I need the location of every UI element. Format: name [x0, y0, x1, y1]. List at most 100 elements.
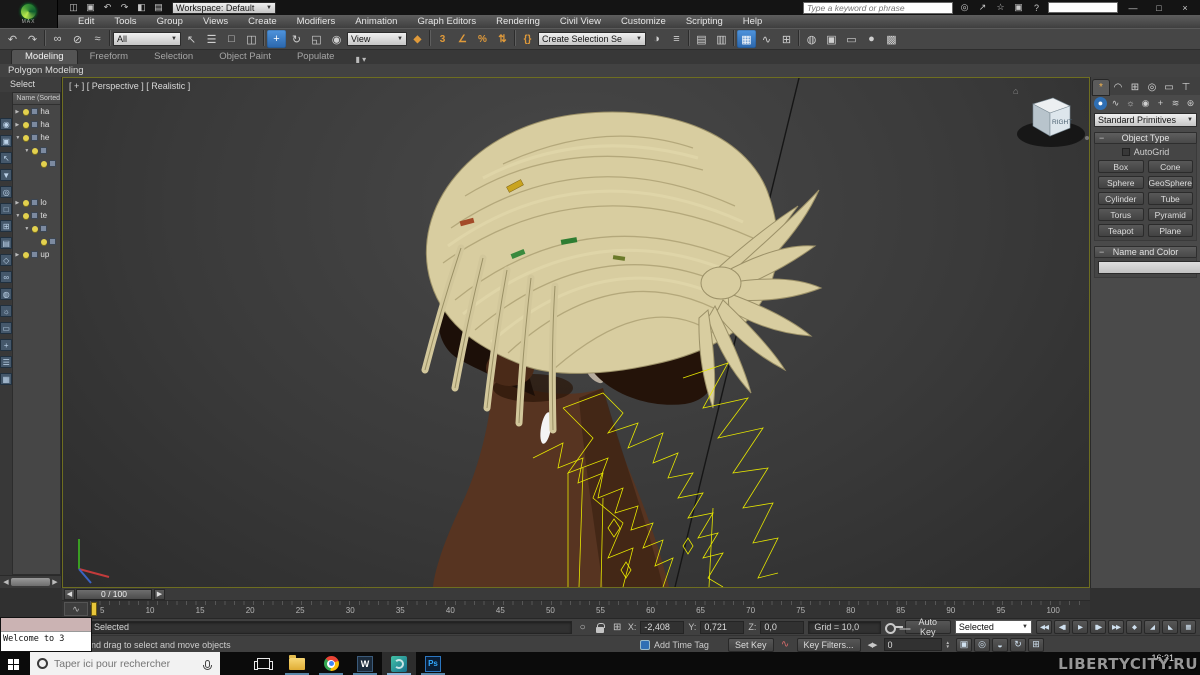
keyword-search-input[interactable] [803, 2, 953, 14]
link-icon[interactable]: ∞ [0, 271, 12, 283]
undo-icon[interactable]: ↶ [3, 30, 22, 48]
lights-icon[interactable]: ☼ [1124, 97, 1137, 110]
help-icon[interactable]: ? [1029, 1, 1044, 14]
key-mode-dropdown[interactable]: Selected ▼ [955, 620, 1032, 634]
scale-key-button[interactable]: ▦ [1180, 620, 1196, 634]
microphone-icon[interactable] [205, 660, 210, 668]
select-and-manipulate-icon[interactable]: ◉ [327, 30, 346, 48]
z-coordinate-input[interactable] [760, 621, 804, 634]
key-filters-button[interactable]: Key Filters... [797, 638, 861, 652]
lock-selection-icon[interactable]: □ [0, 203, 12, 215]
new-key-curve-icon[interactable]: ∿ [778, 638, 793, 652]
angle-snap-icon[interactable]: ∠ [453, 30, 472, 48]
taskbar-search-box[interactable] [30, 652, 220, 675]
visibility-bulb-icon[interactable] [23, 135, 29, 141]
menu-item[interactable]: Tools [104, 15, 146, 28]
selection-filter-dropdown[interactable]: All ▼ [113, 32, 181, 46]
visibility-bulb-icon[interactable] [41, 239, 47, 245]
go-to-start-button[interactable]: ◀◀ [1036, 620, 1052, 634]
undo-icon[interactable]: ↶ [100, 1, 115, 14]
select-by-name-icon[interactable]: ☰ [202, 30, 221, 48]
object-type-button[interactable]: Plane [1148, 224, 1194, 237]
isolate-selection-icon[interactable]: ○ [576, 620, 589, 634]
3dsmax-taskbar-button[interactable] [382, 652, 416, 675]
communication-center-box[interactable] [1048, 2, 1118, 13]
menu-item[interactable]: Rendering [486, 15, 550, 28]
cameras-icon[interactable]: ◉ [1139, 97, 1152, 110]
visibility-bulb-icon[interactable] [23, 200, 29, 206]
viewcube-face-label[interactable]: RIGHT [1052, 119, 1072, 126]
object-type-button[interactable]: Tube [1148, 192, 1194, 205]
expand-arrow-icon[interactable]: ▶ [15, 200, 21, 206]
object-type-button[interactable]: GeoSphere [1148, 176, 1194, 189]
task-view-button[interactable] [246, 652, 280, 675]
visibility-bulb-icon[interactable] [32, 148, 38, 154]
object-type-button[interactable]: Cone [1148, 160, 1194, 173]
zoom-extents-button[interactable]: ▣ [956, 638, 972, 652]
toggle-scene-explorer-icon[interactable]: ▤ [692, 30, 711, 48]
reference-coordinate-dropdown[interactable]: View ▼ [347, 32, 407, 46]
search-icon[interactable]: ◎ [957, 1, 972, 14]
transform-typein-icon[interactable]: ⊞ [611, 620, 624, 634]
chrome-button[interactable] [314, 652, 348, 675]
scene-explorer-row[interactable]: ▶ ha [13, 105, 60, 118]
redo-icon[interactable]: ↷ [117, 1, 132, 14]
ribbon-tab[interactable]: Selection [141, 50, 206, 64]
explorer-horizontal-scrollbar[interactable]: ◀ ▶ [0, 575, 61, 588]
object-type-button[interactable]: Sphere [1098, 176, 1144, 189]
rectangular-selection-icon[interactable]: □ [222, 30, 241, 48]
edit-named-selection-sets-icon[interactable]: {} [518, 30, 537, 48]
orbit-button[interactable]: ↻ [1010, 638, 1026, 652]
perspective-viewport[interactable]: [ + ] [ Perspective ] [ Realistic ] [62, 77, 1090, 588]
time-tag-icon[interactable] [640, 640, 650, 650]
visibility-bulb-icon[interactable] [23, 252, 29, 258]
select-and-link-icon[interactable]: ∞ [48, 30, 67, 48]
light-icon[interactable]: ☼ [0, 305, 12, 317]
select-tool-icon[interactable]: ↖ [0, 152, 12, 164]
object-name-field[interactable] [1098, 261, 1200, 274]
taskbar-search-input[interactable] [54, 658, 199, 670]
scene-explorer-row[interactable]: ▶ up [13, 248, 60, 261]
display-tab[interactable]: ▭ [1161, 80, 1177, 95]
previous-frame-button[interactable]: ◀▮ [1054, 620, 1070, 634]
menu-item[interactable]: Animation [345, 15, 407, 28]
group-icon[interactable]: ◇ [0, 254, 12, 266]
visibility-bulb-icon[interactable] [32, 226, 38, 232]
workspace-dropdown[interactable]: Workspace: Default ▼ [172, 2, 276, 14]
exchange-icon[interactable]: ▣ [1011, 1, 1026, 14]
menu-item[interactable]: Modifiers [287, 15, 346, 28]
ribbon-config-icon[interactable]: ▮ ▾ [355, 55, 366, 64]
scene-explorer-row[interactable]: ▶ lo [13, 196, 60, 209]
create-tab[interactable]: * [1093, 80, 1109, 95]
material-icon[interactable]: ◍ [0, 288, 12, 300]
object-type-button[interactable]: Pyramid [1148, 208, 1194, 221]
selection-lock-icon[interactable] [593, 620, 606, 634]
next-frame-arrow[interactable]: ▶ [154, 589, 165, 600]
select-and-scale-icon[interactable]: ◱ [307, 30, 326, 48]
loop-animation-icon[interactable]: ◀▶ [865, 638, 880, 652]
viewcube-home-icon[interactable]: ⌂ [1013, 86, 1018, 96]
start-button[interactable] [0, 652, 30, 675]
curve-editor-icon[interactable]: ∿ [757, 30, 776, 48]
open-file-icon[interactable]: ◫ [66, 1, 81, 14]
go-to-end-button[interactable]: ▶▶ [1108, 620, 1124, 634]
visibility-bulb-icon[interactable] [41, 161, 47, 167]
camera-icon[interactable]: ▭ [0, 322, 12, 334]
render-production-icon[interactable]: ● [862, 30, 881, 48]
auto-key-button[interactable]: Auto Key [905, 620, 951, 634]
set-key-button[interactable]: Set Key [728, 638, 774, 652]
maxscript-mini-listener[interactable]: Welcome to 3 [0, 617, 92, 652]
mirror-icon[interactable]: ◑ [647, 30, 666, 48]
viewport-label[interactable]: [ + ] [ Perspective ] [ Realistic ] [69, 81, 190, 91]
viewcube[interactable]: ⌂ RIGHT [1013, 86, 1089, 147]
named-selection-set-dropdown[interactable]: Create Selection Se ▼ [538, 32, 646, 46]
render-iray-icon[interactable]: ▩ [882, 30, 901, 48]
select-and-move-icon[interactable]: + [267, 30, 286, 48]
menu-item[interactable]: Scripting [676, 15, 733, 28]
close-button[interactable]: × [1174, 1, 1196, 14]
ribbon-tab[interactable]: Object Paint [206, 50, 284, 64]
scrollbar-thumb[interactable] [11, 578, 50, 586]
play-button[interactable]: ▶ [1072, 620, 1088, 634]
systems-icon[interactable]: ⊛ [1184, 97, 1197, 110]
percent-snap-icon[interactable]: % [473, 30, 492, 48]
